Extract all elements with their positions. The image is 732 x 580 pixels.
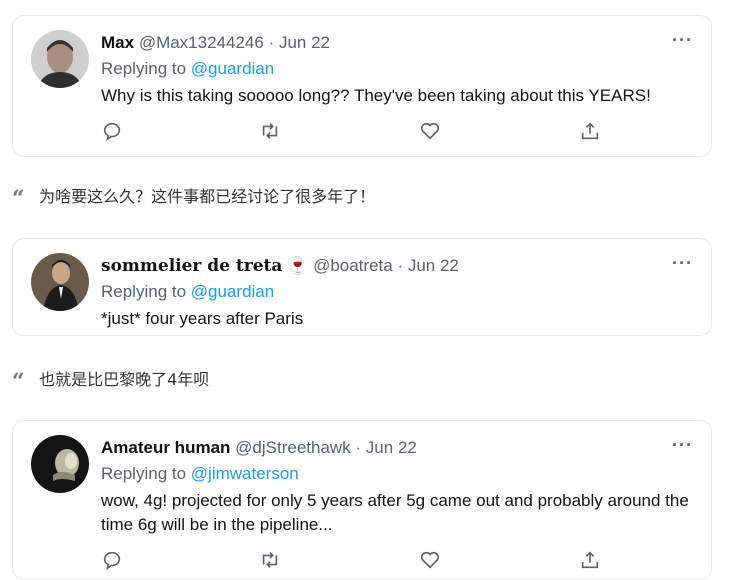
more-icon[interactable]: ···	[672, 253, 693, 274]
translation-note: “ 为啥要这么久？这件事都已经讨论了很多年了！	[12, 186, 375, 210]
tweet-date[interactable]: · Jun 22	[355, 438, 416, 457]
tweet-card[interactable]: sommelier de treta 🍷 @boatreta · Jun 22 …	[12, 238, 712, 336]
tweet-header: Max @Max13244246 · Jun 22	[101, 32, 330, 54]
retweet-icon[interactable]	[259, 549, 281, 571]
tweet-text: wow, 4g! projected for only 5 years afte…	[101, 491, 689, 534]
mention-link[interactable]: @guardian	[191, 59, 274, 78]
replying-prefix: Replying to	[101, 282, 187, 301]
share-icon[interactable]	[579, 549, 601, 571]
mention-link[interactable]: @guardian	[191, 282, 274, 301]
author-name[interactable]: Max	[101, 33, 134, 52]
more-icon[interactable]: ···	[672, 435, 693, 456]
replying-prefix: Replying to	[101, 464, 187, 483]
like-icon[interactable]	[419, 120, 441, 142]
replying-to: Replying to @guardian	[101, 58, 274, 80]
reply-icon[interactable]	[101, 549, 123, 571]
tweet-text: *just* four years after Paris	[101, 309, 304, 328]
share-icon[interactable]	[579, 120, 601, 142]
tweet-card[interactable]: Amateur human @djStreethawk · Jun 22 ···…	[12, 420, 712, 580]
tweet-header: sommelier de treta 🍷 @boatreta · Jun 22	[101, 255, 459, 277]
author-name[interactable]: sommelier de treta	[101, 256, 282, 276]
retweet-icon[interactable]	[259, 120, 281, 142]
tweet-card[interactable]: Max @Max13244246 · Jun 22 ··· Replying t…	[12, 15, 712, 157]
tweet-date[interactable]: · Jun 22	[397, 256, 458, 275]
translation-note: “ 也就是比巴黎晚了4年呗	[12, 369, 209, 393]
wine-emoji: 🍷	[287, 256, 309, 275]
tweet-actions	[101, 549, 621, 571]
tweet-text: Why is this taking sooooo long?? They've…	[101, 86, 651, 105]
translation-text: 为啥要这么久？这件事都已经讨论了很多年了！	[39, 187, 376, 206]
author-handle[interactable]: @boatreta	[313, 256, 393, 275]
tweet-actions	[101, 120, 621, 142]
translation-text: 也就是比巴黎晚了4年呗	[39, 370, 210, 389]
avatar[interactable]	[31, 30, 89, 88]
quote-icon: “	[12, 369, 25, 395]
mention-link[interactable]: @jimwaterson	[191, 464, 299, 483]
tweet-header: Amateur human @djStreethawk · Jun 22	[101, 437, 417, 459]
replying-to: Replying to @jimwaterson	[101, 463, 299, 485]
author-name[interactable]: Amateur human	[101, 438, 230, 457]
more-icon[interactable]: ···	[672, 30, 693, 51]
reply-icon[interactable]	[101, 120, 123, 142]
replying-prefix: Replying to	[101, 59, 187, 78]
quote-icon: “	[12, 186, 25, 212]
author-handle[interactable]: @djStreethawk	[235, 438, 351, 457]
author-handle[interactable]: @Max13244246	[139, 33, 264, 52]
tweet-date[interactable]: · Jun 22	[269, 33, 330, 52]
avatar[interactable]	[31, 253, 89, 311]
like-icon[interactable]	[419, 549, 441, 571]
replying-to: Replying to @guardian	[101, 281, 274, 303]
avatar[interactable]	[31, 435, 89, 493]
